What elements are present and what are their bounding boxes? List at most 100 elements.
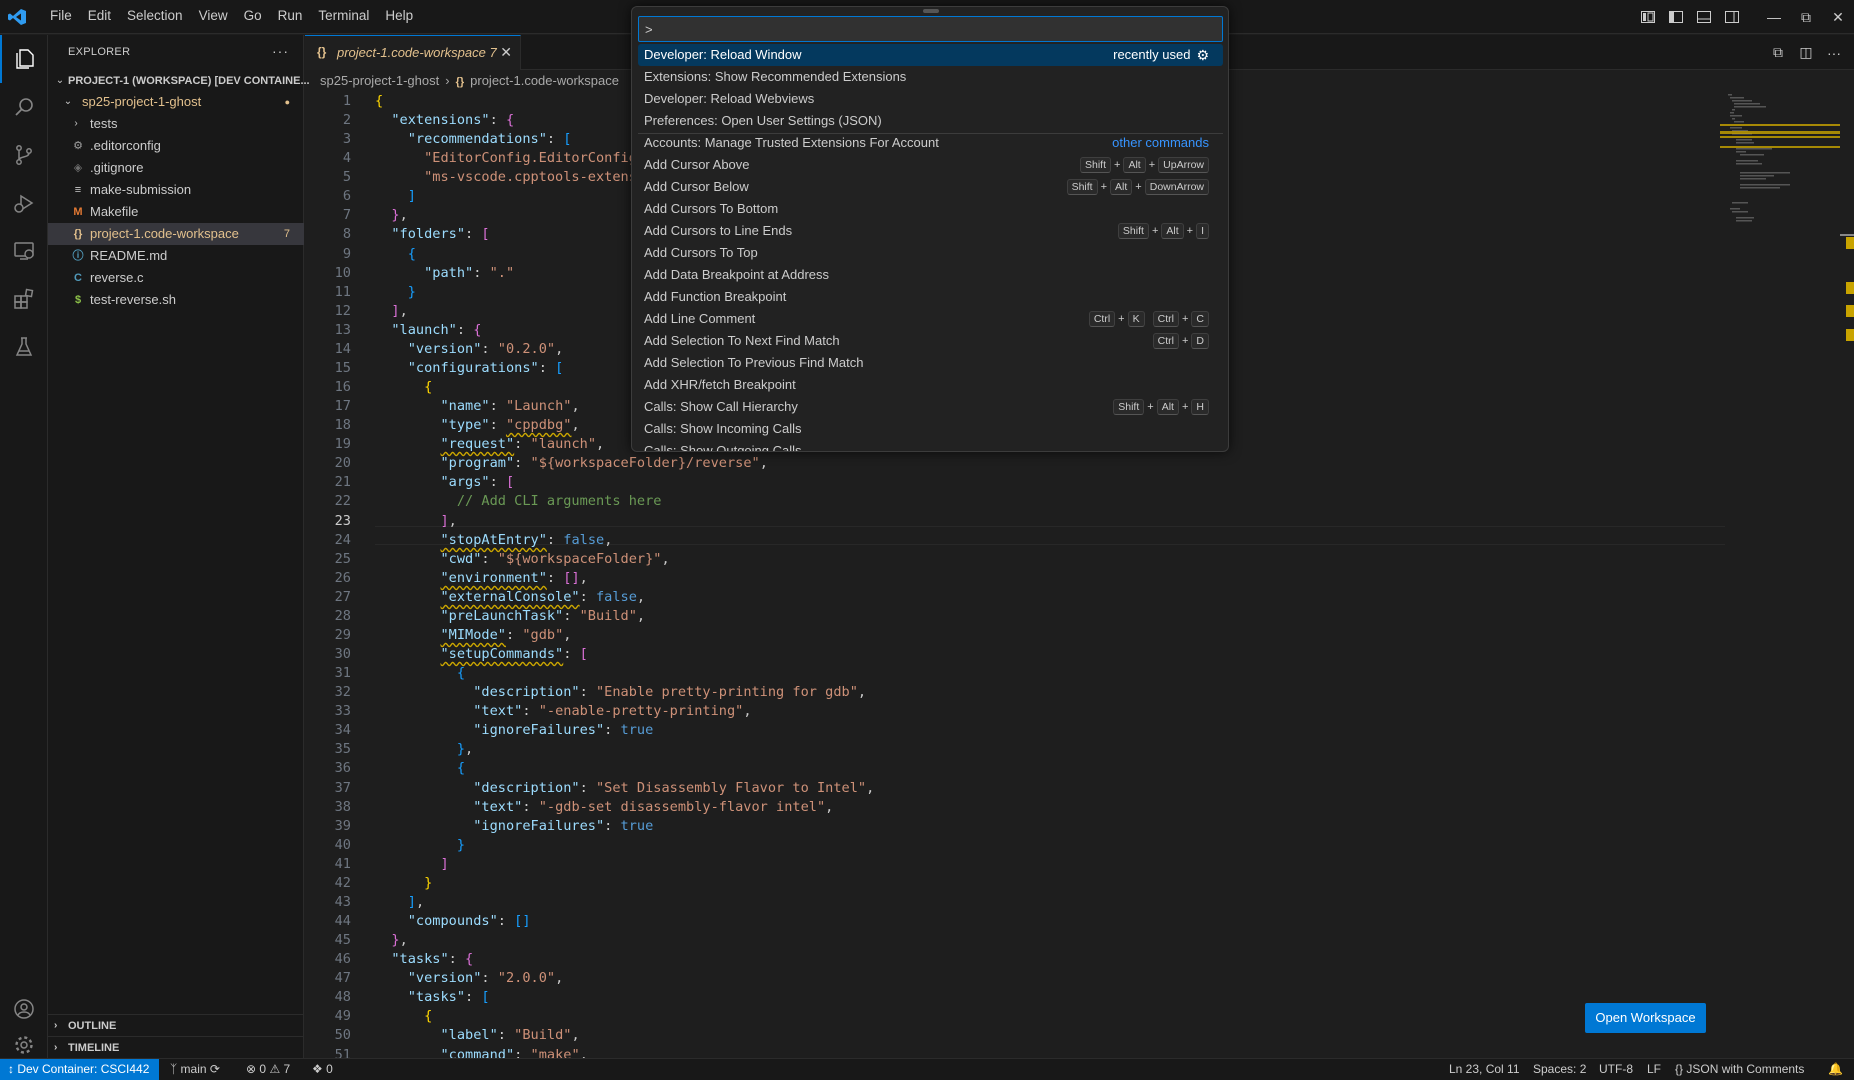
- search-icon[interactable]: [0, 83, 48, 131]
- menu-run[interactable]: Run: [270, 0, 311, 34]
- menu-go[interactable]: Go: [236, 0, 270, 34]
- testing-icon[interactable]: [0, 323, 48, 371]
- branch-status[interactable]: ᛉ main ⟳: [170, 1059, 220, 1080]
- command-item[interactable]: Add Cursors to Line Ends Shift + Alt + I: [638, 220, 1223, 242]
- language-mode[interactable]: {} JSON with Comments: [1675, 1059, 1804, 1080]
- line-number: 39: [334, 818, 351, 834]
- problems-status[interactable]: ⊗ 0 ⚠ 7: [246, 1059, 290, 1080]
- sync-icon: ⟳: [209, 1062, 220, 1076]
- close-window-icon[interactable]: ✕: [1822, 0, 1854, 34]
- line-number: 47: [334, 970, 351, 986]
- command-item[interactable]: Add Cursors To Top: [638, 242, 1223, 264]
- command-item[interactable]: Calls: Show Outgoing Calls: [638, 440, 1223, 451]
- line-number: 51: [334, 1047, 351, 1058]
- toggle-secondary-sidebar-icon[interactable]: [1720, 5, 1744, 29]
- gear-icon[interactable]: ⚙: [1196, 44, 1209, 66]
- command-item[interactable]: Add Selection To Previous Find Match: [638, 352, 1223, 374]
- ports-status[interactable]: ❖ 0: [312, 1059, 333, 1080]
- line-number: 12: [334, 303, 351, 319]
- command-item[interactable]: Calls: Show Call Hierarchy Shift + Alt + H: [638, 396, 1223, 418]
- toggle-panel-icon[interactable]: [1692, 5, 1716, 29]
- line-number: 9: [342, 246, 351, 262]
- command-item[interactable]: Developer: Reload Window recently used ⚙: [638, 44, 1223, 66]
- menu-help[interactable]: Help: [377, 0, 421, 34]
- tree-item-makefile[interactable]: M Makefile: [48, 201, 304, 223]
- remote-explorer-icon[interactable]: [0, 227, 48, 275]
- minimize-icon[interactable]: —: [1758, 0, 1790, 34]
- open-changes-icon[interactable]: ⧉: [1764, 39, 1792, 67]
- menu-terminal[interactable]: Terminal: [310, 0, 377, 34]
- command-item[interactable]: Add Cursor Below Shift + Alt + DownArrow: [638, 176, 1223, 198]
- command-item[interactable]: Accounts: Manage Trusted Extensions For …: [638, 132, 1223, 154]
- problem-count-badge: 7: [283, 228, 290, 240]
- chevron-right-icon: ›: [74, 118, 78, 129]
- line-ending[interactable]: LF: [1647, 1059, 1661, 1080]
- indentation[interactable]: Spaces: 2: [1533, 1059, 1586, 1080]
- git-icon: ◈: [73, 162, 83, 174]
- command-item[interactable]: Add Cursors To Bottom: [638, 198, 1223, 220]
- customize-layout-icon[interactable]: [1636, 5, 1660, 29]
- command-item[interactable]: Preferences: Open User Settings (JSON): [638, 110, 1223, 132]
- close-icon[interactable]: ✕: [500, 44, 512, 61]
- outline-section[interactable]: › OUTLINE: [48, 1014, 304, 1036]
- broadcast-icon: ❖: [312, 1062, 323, 1076]
- cursor-position[interactable]: Ln 23, Col 11: [1449, 1059, 1520, 1080]
- more-actions-icon[interactable]: ···: [1820, 39, 1848, 67]
- tree-item-reverse-c[interactable]: C reverse.c: [48, 267, 304, 289]
- line-number: 6: [342, 188, 351, 204]
- line-number: 41: [334, 856, 351, 872]
- line-number: 16: [334, 379, 351, 395]
- menu-view[interactable]: View: [191, 0, 236, 34]
- workspace-header[interactable]: ⌄ PROJECT-1 (WORKSPACE) [DEV CONTAINE...: [48, 70, 310, 92]
- restore-icon[interactable]: ⧉: [1790, 0, 1822, 34]
- command-item[interactable]: Add Selection To Next Find Match Ctrl + D: [638, 330, 1223, 352]
- command-item[interactable]: Add Cursor Above Shift + Alt + UpArrow: [638, 154, 1223, 176]
- command-item[interactable]: Calls: Show Incoming Calls: [638, 418, 1223, 440]
- extensions-icon[interactable]: [0, 275, 48, 323]
- remote-indicator[interactable]: ↕ Dev Container: CSCI442: [0, 1059, 160, 1080]
- menu-selection[interactable]: Selection: [119, 0, 191, 34]
- split-editor-icon[interactable]: ◫: [1792, 39, 1820, 67]
- command-item[interactable]: Add Line Comment Ctrl + K Ctrl + C: [638, 308, 1223, 330]
- source-control-icon[interactable]: [0, 131, 48, 179]
- command-item[interactable]: Add Data Breakpoint at Address: [638, 264, 1223, 286]
- breadcrumb-file[interactable]: project-1.code-workspace: [470, 73, 619, 88]
- minimap[interactable]: [1720, 92, 1840, 232]
- line-number: 17: [334, 398, 351, 414]
- menu-file[interactable]: File: [42, 0, 80, 34]
- run-debug-icon[interactable]: [0, 179, 48, 227]
- open-workspace-button[interactable]: Open Workspace: [1585, 1003, 1706, 1033]
- recently-used-label: recently used: [1113, 47, 1191, 62]
- timeline-section[interactable]: › TIMELINE: [48, 1036, 304, 1058]
- tree-item-editorconfig[interactable]: ⚙ .editorconfig: [48, 135, 304, 157]
- tree-folder-root[interactable]: ⌄ sp25-project-1-ghost ●: [48, 91, 304, 113]
- command-item[interactable]: Add Function Breakpoint: [638, 286, 1223, 308]
- editor-scrollbar[interactable]: [1840, 92, 1854, 1058]
- tree-item-gitignore[interactable]: ◈ .gitignore: [48, 157, 304, 179]
- drag-handle[interactable]: [923, 9, 939, 13]
- toggle-primary-sidebar-icon[interactable]: [1664, 5, 1688, 29]
- line-number: 37: [334, 780, 351, 796]
- tab-label: project-1.code-workspace 7: [337, 45, 497, 60]
- command-item[interactable]: Developer: Reload Webviews: [638, 88, 1223, 110]
- tree-item-make-submission[interactable]: ≡ make-submission: [48, 179, 304, 201]
- explorer-icon[interactable]: [0, 35, 48, 83]
- breadcrumb-folder[interactable]: sp25-project-1-ghost: [320, 73, 439, 88]
- tab-code-workspace[interactable]: {} project-1.code-workspace 7 ✕: [305, 35, 521, 70]
- command-item[interactable]: Extensions: Show Recommended Extensions: [638, 66, 1223, 88]
- encoding[interactable]: UTF-8: [1599, 1059, 1633, 1080]
- error-icon: ⊗: [246, 1062, 257, 1076]
- chevron-down-icon: ⌄: [63, 96, 73, 107]
- more-actions-icon[interactable]: ···: [272, 43, 289, 59]
- line-number: 43: [334, 894, 351, 910]
- line-number: 44: [334, 913, 351, 929]
- menu-edit[interactable]: Edit: [80, 0, 119, 34]
- line-number: 32: [334, 684, 351, 700]
- command-palette-input[interactable]: [638, 16, 1223, 42]
- tree-item-tests[interactable]: › tests: [48, 113, 304, 135]
- tree-item-readme[interactable]: ⓘ README.md: [48, 245, 304, 267]
- tree-item-code-workspace[interactable]: {} project-1.code-workspace 7: [48, 223, 304, 245]
- command-item[interactable]: Add XHR/fetch Breakpoint: [638, 374, 1223, 396]
- tree-item-test-reverse[interactable]: $ test-reverse.sh: [48, 289, 304, 311]
- notifications-bell-icon[interactable]: 🔔: [1828, 1059, 1843, 1080]
